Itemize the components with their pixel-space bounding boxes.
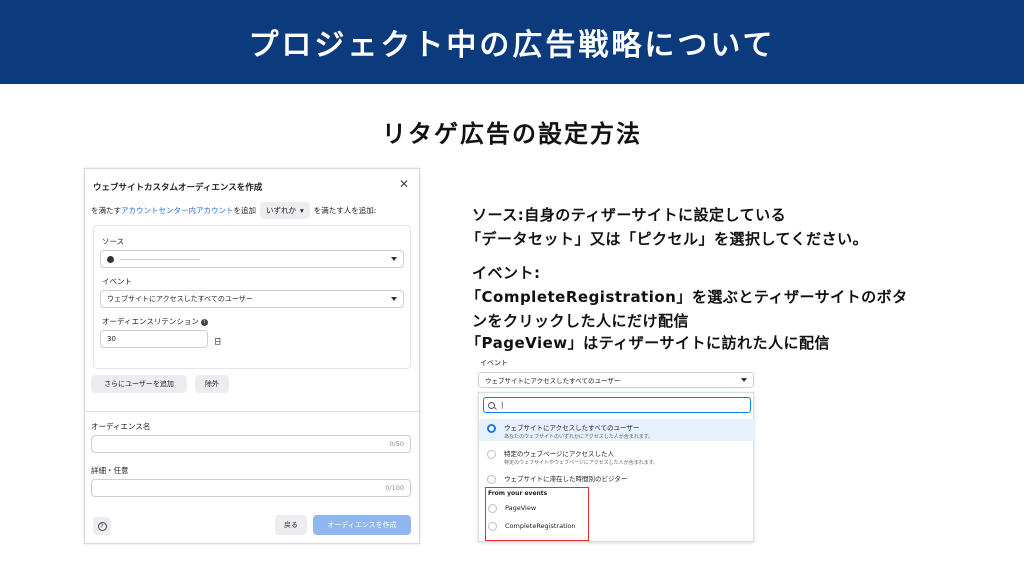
back-button[interactable]: 戻る: [275, 515, 307, 535]
option-label: ウェブサイトに滞在した時間別のビジター: [504, 475, 628, 483]
event-select-value: ウェブサイトにアクセスしたすべてのユーザー: [485, 377, 621, 385]
radio-icon: [487, 475, 496, 484]
desc-source: ソース:自身のティザーサイトに設定している: [472, 206, 787, 224]
radio-icon: [487, 450, 496, 459]
event-search-input[interactable]: |: [483, 397, 751, 413]
match-any-label: いずれか: [266, 205, 296, 215]
criteria-mid: を追加: [233, 205, 257, 215]
info-icon[interactable]: i: [200, 318, 208, 326]
source-label: ソース: [102, 237, 125, 246]
criteria-suffix: を満たす人を追加:: [313, 205, 377, 215]
desc-pageview: 「PageView」はティザーサイトに訪れた人に配信: [466, 334, 830, 352]
inclusion-criteria: を満たす アカウントセンター内アカウント を追加 いずれか ▾ を満たす人を追加…: [91, 201, 415, 219]
option-specific-pages[interactable]: 特定のウェブページにアクセスした人 特定のウェブサイトやウェブページにアクセスし…: [479, 445, 755, 467]
event-select-value: ウェブサイトにアクセスしたすべてのユーザー: [107, 295, 253, 303]
audience-name-counter: 0/50: [389, 440, 404, 448]
caret-down-icon: [391, 257, 397, 261]
source-select[interactable]: [100, 250, 404, 268]
option-label: CompleteRegistration: [505, 522, 576, 530]
radio-selected-icon: [487, 424, 496, 433]
description-label: 詳細・任意: [91, 466, 129, 475]
slide-header: プロジェクト中の広告戦略について: [0, 0, 1024, 84]
criteria-prefix: を満たす: [91, 205, 121, 215]
radio-icon: [488, 504, 497, 513]
event-options-menu: | ウェブサイトにアクセスしたすべてのユーザー あなたのウェブサイトのいずれかに…: [478, 392, 755, 542]
retention-unit: 日: [214, 337, 222, 346]
retention-label: オーディエンスリテンション i: [102, 316, 208, 327]
desc-complete-registration: 「CompleteRegistration」を選ぶとティザーサイトのボタ: [466, 288, 908, 306]
desc-source-detail: 「データセット」又は「ピクセル」を選択してください。: [466, 230, 869, 248]
event-select[interactable]: ウェブサイトにアクセスしたすべてのユーザー: [100, 290, 404, 308]
add-users-button[interactable]: さらにユーザーを追加: [91, 375, 187, 393]
retention-days-input[interactable]: 30: [100, 330, 208, 348]
caret-down-icon: [391, 297, 397, 301]
audience-name-input[interactable]: 0/50: [91, 435, 411, 453]
events-heading: From your events: [488, 490, 548, 497]
option-description: 特定のウェブサイトやウェブページにアクセスした人が含まれます。: [504, 460, 659, 466]
option-all-visitors[interactable]: ウェブサイトにアクセスしたすべてのユーザー あなたのウェブサイトのいずれかにアク…: [479, 419, 755, 441]
event-label: イベント: [480, 359, 508, 367]
create-audience-button[interactable]: オーディエンスを作成: [313, 515, 411, 535]
audience-name-label: オーディエンス名: [91, 422, 151, 431]
event-dropdown-screenshot: イベント ウェブサイトにアクセスしたすべてのユーザー | ウェブサイトにアクセス…: [476, 354, 756, 544]
help-button[interactable]: ?: [93, 517, 111, 535]
radio-icon: [488, 522, 497, 531]
option-complete-registration[interactable]: CompleteRegistration: [486, 520, 586, 531]
your-events-highlight: From your events PageView CompleteRegist…: [485, 487, 589, 541]
desc-event: イベント:: [472, 264, 541, 282]
description-counter: 0/100: [385, 484, 404, 492]
search-cursor: |: [501, 401, 504, 409]
chevron-down-icon: ▾: [300, 205, 304, 215]
description-input[interactable]: 0/100: [91, 479, 411, 497]
source-value-redacted: [120, 258, 200, 260]
divider: [85, 411, 421, 412]
rule-section: ソース イベント ウェブサイトにアクセスしたすべてのユーザー オーディエンスリテ…: [93, 225, 411, 369]
option-label: ウェブサイトにアクセスしたすべてのユーザー: [504, 424, 640, 432]
slide-subtitle: リタゲ広告の設定方法: [382, 120, 642, 148]
option-pageview[interactable]: PageView: [486, 502, 586, 513]
option-time-spent[interactable]: ウェブサイトに滞在した時間別のビジター: [479, 471, 755, 487]
option-label: PageView: [505, 504, 537, 512]
search-icon: [488, 401, 495, 409]
slide-title: プロジェクト中の広告戦略について: [248, 28, 776, 63]
exclude-button[interactable]: 除外: [195, 375, 229, 393]
option-description: あなたのウェブサイトのいずれかにアクセスした人が含まれます。: [504, 434, 654, 440]
question-icon: ?: [97, 521, 107, 531]
create-audience-dialog: ウェブサイトカスタムオーディエンスを作成 ✕ を満たす アカウントセンター内アカ…: [84, 168, 421, 544]
event-label: イベント: [102, 277, 132, 286]
retention-label-text: オーディエンスリテンション: [102, 317, 199, 326]
event-select[interactable]: ウェブサイトにアクセスしたすべてのユーザー: [478, 372, 754, 388]
dialog-title: ウェブサイトカスタムオーディエンスを作成: [93, 183, 263, 193]
pixel-icon: [107, 255, 114, 263]
close-icon[interactable]: ✕: [397, 177, 411, 191]
desc-complete-registration-cont: ンをクリックした人にだけ配信: [472, 312, 690, 330]
match-any-dropdown[interactable]: いずれか ▾: [260, 201, 310, 219]
account-center-link[interactable]: アカウントセンター内アカウント: [121, 205, 234, 216]
caret-down-icon: [741, 378, 747, 382]
option-label: 特定のウェブページにアクセスした人: [504, 450, 615, 458]
